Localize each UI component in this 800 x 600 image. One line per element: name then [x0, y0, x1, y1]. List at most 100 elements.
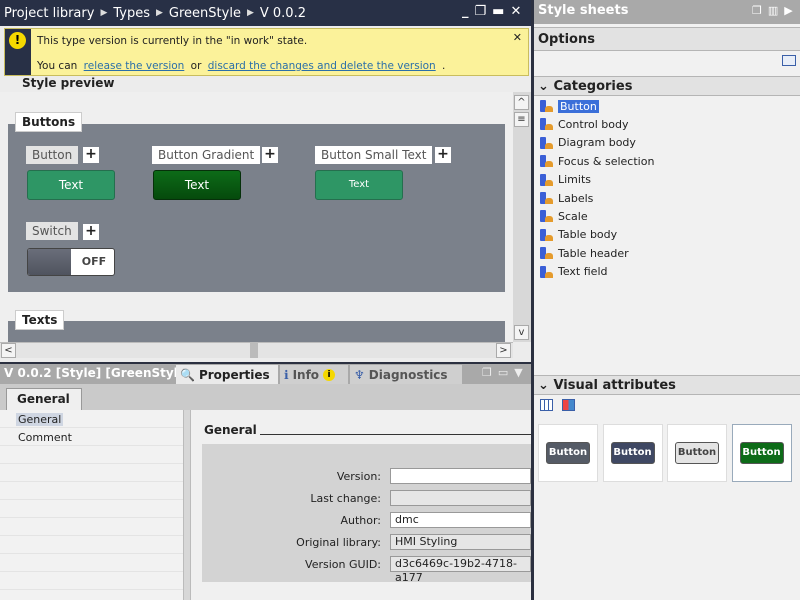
category-label: Scale: [558, 209, 588, 223]
style-category-icon: [538, 191, 554, 205]
category-item[interactable]: Focus & selection: [538, 154, 654, 168]
chevron-right-icon: ▶: [156, 8, 163, 18]
style-category-icon: [538, 228, 554, 242]
visual-attribute-item[interactable]: Button: [602, 424, 663, 482]
categories-header[interactable]: ⌄ Categories: [534, 76, 800, 96]
visual-attribute-item[interactable]: Button: [731, 424, 792, 482]
restore-icon[interactable]: ❐: [475, 4, 487, 19]
category-item[interactable]: Labels: [538, 191, 593, 205]
category-label: Limits: [558, 173, 591, 187]
tab-properties[interactable]: 🔍 Properties: [176, 365, 278, 384]
vertical-scrollbar[interactable]: ^ ≡ v: [513, 92, 531, 342]
close-icon[interactable]: ✕: [510, 4, 521, 19]
original-library-row: Original library: HMI Styling: [202, 534, 531, 550]
add-icon[interactable]: +: [83, 224, 99, 240]
collapse-icon[interactable]: ▶: [784, 4, 792, 17]
add-icon[interactable]: +: [262, 147, 278, 163]
author-field[interactable]: dmc: [390, 512, 531, 528]
category-item[interactable]: Scale: [538, 209, 588, 223]
scroll-down-icon[interactable]: v: [514, 325, 529, 340]
style-preview: Button + Text Button Gradient + Text But…: [0, 92, 513, 342]
category-item[interactable]: Text field: [538, 265, 607, 279]
options-header[interactable]: Options: [534, 27, 800, 51]
version-guid-field: d3c6469c-19b2-4718-a177: [390, 556, 531, 584]
button-preview[interactable]: Text: [27, 170, 115, 200]
nav-item-comment[interactable]: Comment: [16, 431, 74, 444]
visual-attributes-header[interactable]: ⌄ Visual attributes: [534, 375, 800, 395]
section-title: General: [204, 423, 257, 437]
scroll-thumb[interactable]: [250, 343, 258, 358]
breadcrumb-item[interactable]: Types: [113, 6, 150, 21]
tab-label: Diagnostics: [368, 367, 448, 382]
notice-actions: You can release the version or discard t…: [37, 60, 445, 72]
minimize-icon[interactable]: ▭: [498, 366, 508, 379]
category-label: Button: [558, 99, 599, 113]
field-label: Last change:: [310, 492, 381, 505]
tab-label: Info: [292, 367, 320, 382]
section-label: Visual attributes: [553, 378, 676, 393]
minimize-icon[interactable]: _: [462, 4, 469, 19]
add-icon[interactable]: +: [83, 147, 99, 163]
category-item[interactable]: Table header: [538, 246, 629, 260]
notice-suffix: .: [442, 60, 446, 72]
style-sheets-panel: Style sheets ❐ ▥ ▶ Options ⌄ Categories …: [534, 0, 800, 600]
tab-diagnostics[interactable]: ♆ Diagnostics: [350, 365, 462, 384]
category-item[interactable]: Control body: [538, 117, 628, 131]
dropdown-icon[interactable]: ▼: [514, 366, 522, 379]
maximize-icon[interactable]: ▬: [492, 4, 504, 19]
version-field[interactable]: [390, 468, 531, 484]
visual-attribute-item[interactable]: Button: [538, 424, 598, 482]
button-small-text-preview[interactable]: Text: [315, 170, 403, 200]
subtab-general[interactable]: General: [6, 388, 82, 410]
split-icon[interactable]: ▥: [768, 4, 778, 17]
restore-icon[interactable]: ❐: [752, 4, 762, 17]
button-style-preview: Button: [675, 442, 719, 464]
add-icon[interactable]: +: [435, 147, 451, 163]
breadcrumb-item[interactable]: GreenStyle: [169, 6, 241, 21]
tab-info[interactable]: ℹ Info i: [280, 365, 348, 384]
scroll-thumb[interactable]: ≡: [514, 112, 529, 127]
warning-icon: !: [9, 32, 26, 49]
object-path: V 0.0.2 [Style] [GreenStyl...: [4, 366, 192, 380]
horizontal-scrollbar[interactable]: < >: [0, 342, 513, 358]
field-label: Original library:: [296, 536, 381, 549]
visual-attribute-item[interactable]: Button: [667, 424, 727, 482]
scroll-up-icon[interactable]: ^: [514, 95, 529, 110]
button-gradient-preview[interactable]: Text: [153, 170, 241, 200]
last-change-field: [390, 490, 531, 506]
category-item[interactable]: Diagram body: [538, 136, 636, 150]
section-label: Categories: [553, 79, 633, 94]
notice-text: This type version is currently in the "i…: [37, 35, 308, 47]
author-row: Author: dmc: [202, 512, 531, 528]
scroll-left-icon[interactable]: <: [1, 343, 16, 358]
release-version-link[interactable]: release the version: [84, 60, 185, 72]
breadcrumb: Project library ▶ Types ▶ GreenStyle ▶ V 0.…: [0, 0, 531, 26]
category-item[interactable]: Button: [538, 99, 599, 113]
breadcrumb-item[interactable]: V 0.0.2: [260, 6, 306, 21]
diagnostics-icon: ♆: [354, 367, 365, 382]
switch-toggle[interactable]: OFF: [27, 248, 115, 276]
discard-changes-link[interactable]: discard the changes and delete the versi…: [208, 60, 436, 72]
breadcrumb-item[interactable]: Project library: [4, 6, 94, 21]
nav-item-general[interactable]: General: [16, 413, 64, 426]
list-view-icon[interactable]: [540, 399, 553, 411]
info-tab-icon: ℹ: [284, 367, 289, 382]
window-icon[interactable]: [782, 55, 796, 66]
switch-state: OFF: [81, 255, 107, 268]
field-label: Version:: [336, 470, 381, 483]
tile-view-icon[interactable]: [562, 399, 575, 411]
close-icon[interactable]: ✕: [513, 31, 522, 44]
category-item[interactable]: Table body: [538, 228, 617, 242]
panel-splitter[interactable]: [183, 410, 191, 600]
properties-nav: General Comment: [0, 410, 183, 600]
notice-or: or: [190, 60, 202, 72]
category-label: Diagram body: [558, 136, 636, 150]
category-item[interactable]: Limits: [538, 173, 591, 187]
style-category-icon: [538, 173, 554, 187]
notice-banner: ! This type version is currently in the …: [4, 28, 529, 76]
preview-title: Style preview: [22, 76, 115, 90]
restore-icon[interactable]: ❐: [482, 366, 492, 379]
style-category-icon: [538, 136, 554, 150]
style-editor: Project library ▶ Types ▶ GreenStyle ▶ V 0.…: [0, 0, 531, 362]
scroll-right-icon[interactable]: >: [496, 343, 511, 358]
